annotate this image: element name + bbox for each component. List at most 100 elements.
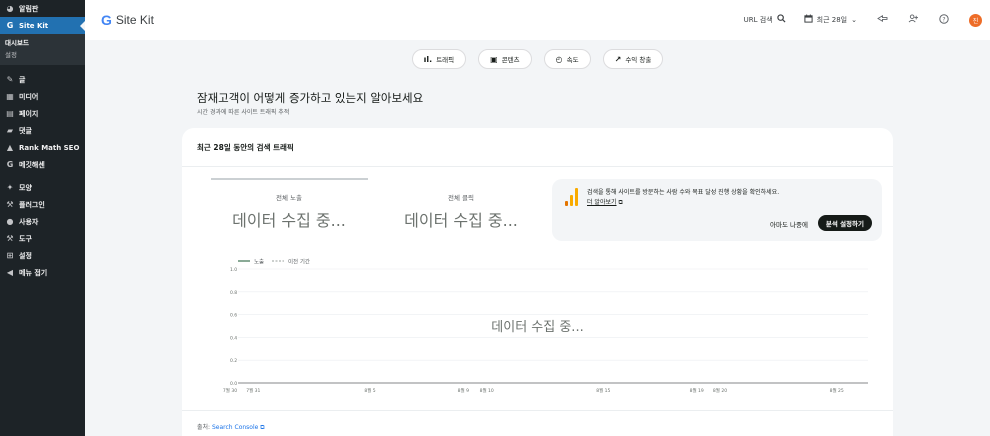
x-tick-label: 7월 31 xyxy=(246,387,260,394)
sidebar-subitem-settings[interactable]: 설정 xyxy=(0,49,85,61)
sidebar-item-label: 메깃해센 xyxy=(19,160,45,169)
analytics-icon xyxy=(565,188,579,206)
sidebar-item-label: 도구 xyxy=(19,234,32,243)
promo-description: 검색을 통해 사이트를 방문하는 사람 수와 목표 달성 진행 상황을 확인하세… xyxy=(587,189,780,196)
date-range-selector[interactable]: 최근 28일 ⌄ xyxy=(804,14,857,26)
search-console-link[interactable]: Search Console xyxy=(212,424,258,431)
source-attribution: 출처: Search Console ⧉ xyxy=(197,422,265,432)
x-tick-label: 7월 30 xyxy=(223,387,237,394)
sidebar-item-tools[interactable]: ⚒ 도구 xyxy=(0,230,85,247)
sidebar-item-media[interactable]: ▦ 미디어 xyxy=(0,88,85,105)
google-g-icon: G xyxy=(101,12,112,28)
sidebar-item-sitekit[interactable]: G Site Kit xyxy=(0,17,85,34)
sitekit-logo[interactable]: G Site Kit xyxy=(101,12,154,28)
x-tick-label: 8월 19 xyxy=(690,387,704,394)
users-icon: ● xyxy=(6,217,14,226)
learn-more-link[interactable]: 더 알아보기 xyxy=(587,199,617,206)
svg-text:?: ? xyxy=(942,16,945,23)
x-tick-label: 8월 9 xyxy=(458,387,469,394)
media-icon: ▦ xyxy=(6,92,14,101)
x-tick-label: 8월 5 xyxy=(364,387,375,394)
help-icon[interactable]: ? xyxy=(939,13,949,27)
analytics-setup-promo: 검색을 통해 사이트를 방문하는 사람 수와 목표 달성 진행 상황을 확인하세… xyxy=(552,179,882,241)
sidebar-item-label: 글 xyxy=(19,75,26,84)
sidebar-item-google[interactable]: G 메깃해센 xyxy=(0,156,85,173)
dashboard-icon: ◕ xyxy=(6,4,14,13)
tab-label: 트래픽 xyxy=(436,56,455,64)
impressions-metric[interactable]: 전체 노출 데이터 수집 중... xyxy=(204,192,374,231)
pin-icon: ✎ xyxy=(6,75,14,84)
metric-label: 전체 클릭 xyxy=(448,194,474,202)
sidebar-item-label: 모양 xyxy=(19,183,32,192)
speedometer-icon: ◴ xyxy=(555,54,563,64)
section-subtitle: 시간 경과에 따른 사이트 트래픽 추적 xyxy=(197,109,290,116)
bar-chart-icon: ıl. xyxy=(423,54,433,64)
sidebar-item-pages[interactable]: ▤ 페이지 xyxy=(0,105,85,122)
clicks-metric[interactable]: 전체 클릭 데이터 수집 중... xyxy=(376,192,546,231)
source-label: 출처: xyxy=(197,424,211,431)
tab-traffic[interactable]: ıl. 트래픽 xyxy=(411,49,467,69)
sidebar-item-plugins[interactable]: ⚒ 플러그인 xyxy=(0,196,85,213)
sidebar-item-comments[interactable]: ▰ 댓글 xyxy=(0,122,85,139)
sidebar-item-appearance[interactable]: ✦ 모양 xyxy=(0,179,85,196)
divider xyxy=(182,410,893,411)
add-user-icon[interactable] xyxy=(908,14,919,26)
external-link-icon: ⧉ xyxy=(618,199,623,206)
sidebar-subitem-dashboard[interactable]: 대시보드 xyxy=(0,37,85,49)
sidebar-item-label: 페이지 xyxy=(19,109,39,118)
sidebar-submenu: 대시보드 설정 xyxy=(0,34,85,65)
promo-text: 검색을 통해 사이트를 방문하는 사람 수와 목표 달성 진행 상황을 확인하세… xyxy=(587,188,779,208)
url-search-button[interactable]: URL 검색 xyxy=(744,14,786,26)
chart-loading-text: 데이터 수집 중... xyxy=(491,320,584,335)
sitekit-header: G Site Kit URL 검색 최근 28일 ⌄ ? 진 xyxy=(85,0,990,40)
comment-icon: ▰ xyxy=(6,126,14,135)
metric-value: 데이터 수집 중... xyxy=(232,211,346,230)
url-search-label: URL 검색 xyxy=(743,16,773,24)
legend-label-impressions: 노출 xyxy=(254,258,264,266)
plugin-icon: ⚒ xyxy=(6,200,14,209)
dashboard-sharing-icon[interactable] xyxy=(877,14,888,26)
tab-label: 수익 창출 xyxy=(625,56,652,64)
metric-label: 전체 노출 xyxy=(276,194,302,202)
search-traffic-card: 최근 28일 동안의 검색 트래픽 전체 노출 데이터 수집 중... 전체 클… xyxy=(182,128,893,436)
maybe-later-button[interactable]: 아마도 나중에 xyxy=(770,219,808,229)
settings-icon: ⊞ xyxy=(6,251,14,260)
trending-up-icon: ↗ xyxy=(614,54,622,64)
search-icon xyxy=(776,14,786,26)
metric-value: 데이터 수집 중... xyxy=(404,211,518,230)
rank-math-icon: ▲ xyxy=(6,143,14,152)
metric-tab-indicator xyxy=(211,178,368,180)
sidebar-item-posts[interactable]: ✎ 글 xyxy=(0,71,85,88)
sidebar-item-label: 설정 xyxy=(19,251,32,260)
tools-icon: ⚒ xyxy=(6,234,14,243)
tab-content[interactable]: ▣ 콘텐츠 xyxy=(478,49,532,69)
sidebar-item-dashboard[interactable]: ◕ 알림판 xyxy=(0,0,85,17)
sidebar-item-label: 메뉴 접기 xyxy=(19,268,48,277)
sidebar-item-label: 플러그인 xyxy=(19,200,45,209)
external-link-icon: ⧉ xyxy=(260,424,265,431)
x-tick-label: 8월 20 xyxy=(713,387,727,394)
chevron-down-icon: ⌄ xyxy=(851,16,857,24)
brand-name: Site Kit xyxy=(115,13,154,27)
avatar[interactable]: 진 xyxy=(969,13,982,27)
y-tick-label: 1.0 xyxy=(230,267,237,273)
collapse-icon: ◀ xyxy=(6,268,14,277)
sidebar-item-users[interactable]: ● 사용자 xyxy=(0,213,85,230)
sidebar-item-label: 알림판 xyxy=(19,4,39,13)
y-tick-label: 0.8 xyxy=(230,290,237,296)
sidebar-item-label: Site Kit xyxy=(19,21,49,30)
sidebar-item-settings[interactable]: ⊞ 설정 xyxy=(0,247,85,264)
tab-monetization[interactable]: ↗ 수익 창출 xyxy=(602,49,664,69)
setup-analytics-button[interactable]: 분석 설정하기 xyxy=(817,215,872,231)
divider xyxy=(182,166,893,167)
sidebar-item-collapse[interactable]: ◀ 메뉴 접기 xyxy=(0,264,85,281)
sidebar-item-rank-math[interactable]: ▲ Rank Math SEO xyxy=(0,139,85,156)
y-tick-label: 0.0 xyxy=(230,381,237,387)
sidebar-item-label: 미디어 xyxy=(19,92,39,101)
section-title: 잠재고객이 어떻게 증가하고 있는지 알아보세요 xyxy=(197,91,424,105)
sitekit-icon: G xyxy=(6,21,14,30)
tab-label: 콘텐츠 xyxy=(501,56,520,64)
tab-speed[interactable]: ◴ 속도 xyxy=(543,49,591,69)
legend-label-previous: 이전 기간 xyxy=(288,258,310,266)
dashboard-nav: ıl. 트래픽 ▣ 콘텐츠 ◴ 속도 ↗ 수익 창출 xyxy=(85,49,990,69)
